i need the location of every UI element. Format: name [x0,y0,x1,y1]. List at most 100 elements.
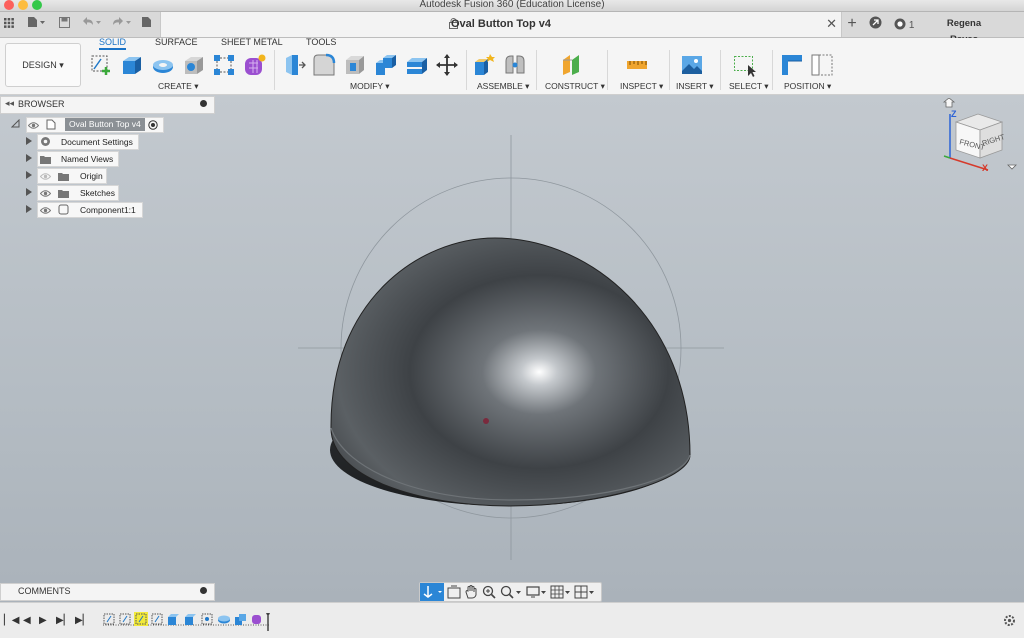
shell-icon[interactable] [343,53,367,77]
timeline-form-icon [252,615,261,624]
look-at-icon[interactable] [447,585,461,602]
timeline-sketch-icon [151,613,163,625]
folder-icon [58,188,69,202]
browser-item-label: Document Settings [61,137,133,147]
app-grid-icon[interactable] [3,16,15,32]
orbit-tool-icon[interactable] [420,583,444,601]
step-back-icon[interactable]: ◀ [23,615,31,626]
browser-options-icon[interactable] [200,100,207,107]
timeline-settings-icon[interactable] [1003,614,1016,630]
viewports-icon[interactable] [574,585,596,602]
grid-settings-icon[interactable] [550,585,572,602]
capture-position-icon[interactable] [780,53,804,77]
browser-item-origin[interactable]: Origin [37,168,107,184]
file-menu-icon[interactable] [26,16,46,32]
insert-image-icon[interactable] [680,53,704,77]
expand-document-settings-icon[interactable] [26,137,32,145]
browser-item-label: Origin [80,171,103,181]
app-title: Autodesk Fusion 360 (Education License) [419,0,605,10]
axis-z-label: Z [951,109,957,119]
go-to-end-icon[interactable]: ▶▏ [75,615,90,626]
press-pull-icon[interactable] [282,53,306,77]
close-tab-icon[interactable]: ✕ [826,16,837,32]
oval-dome-body[interactable] [330,237,691,507]
step-forward-icon[interactable]: ▶▏ [56,615,71,626]
browser-item-named-views[interactable]: Named Views [37,151,119,167]
group-construct[interactable]: CONSTRUCT ▾ [545,81,605,92]
pattern-icon[interactable] [212,53,236,77]
browser-header[interactable]: ◂◂ BROWSER [0,96,215,114]
expand-root-icon[interactable] [10,118,20,131]
help-icon[interactable] [1000,16,1018,32]
group-inspect[interactable]: INSPECT ▾ [620,81,663,92]
select-window-icon[interactable] [733,53,757,77]
comments-add-icon[interactable] [200,587,207,594]
go-to-start-icon[interactable]: ▏◀ [4,615,19,626]
navigation-bar [419,582,602,602]
expand-origin-icon[interactable] [26,171,32,179]
save-icon[interactable] [57,16,71,32]
group-modify[interactable]: MODIFY ▾ [350,81,390,92]
zoom-icon[interactable] [482,585,496,602]
measure-icon[interactable] [625,53,649,77]
timeline-sketch-icon [119,613,131,625]
tab-surface[interactable]: SURFACE [155,37,198,47]
fit-zoom-icon[interactable] [500,585,522,602]
viewcube[interactable]: FRONT RIGHT Z X [938,97,1018,178]
browser-item-document-settings[interactable]: Document Settings [37,134,139,150]
play-icon[interactable]: ▶ [39,615,47,626]
extensions-icon[interactable] [867,16,883,32]
hole-icon[interactable] [182,53,206,77]
tab-tools[interactable]: TOOLS [306,37,336,47]
revolve-icon[interactable] [151,53,175,77]
joint-icon[interactable] [503,53,527,77]
browser-root-label: Oval Button Top v4 [65,118,145,131]
job-status-icon[interactable]: 1 [891,16,917,32]
new-component-icon[interactable] [473,53,497,77]
workspace-switcher[interactable]: DESIGN ▾ [5,43,81,87]
create-form-icon[interactable] [243,53,267,77]
expand-sketches-icon[interactable] [26,188,32,196]
group-insert[interactable]: INSERT ▾ [676,81,714,92]
offset-face-icon[interactable] [405,53,429,77]
extrude-icon[interactable] [120,53,144,77]
eye-icon[interactable] [39,188,52,202]
group-position[interactable]: POSITION ▾ [784,81,831,92]
eye-icon[interactable] [27,120,40,134]
expand-named-views-icon[interactable] [26,154,32,162]
expand-component-icon[interactable] [26,205,32,213]
eye-hidden-icon[interactable] [39,171,52,185]
browser-root-item[interactable]: Oval Button Top v4 [26,117,164,133]
create-sketch-icon[interactable] [90,53,114,77]
new-tab-icon[interactable]: + [844,16,860,32]
pan-hand-icon[interactable] [464,585,478,602]
active-indicator-icon[interactable] [148,120,158,134]
timeline-extrude-icon [168,614,179,625]
collapse-browser-icon[interactable]: ◂◂ [5,98,14,109]
browser-item-label: Component1:1 [80,205,136,215]
group-create[interactable]: CREATE ▾ [158,81,198,92]
display-settings-icon[interactable] [526,585,548,602]
browser-title: BROWSER [18,99,65,109]
tab-solid[interactable]: SOLID [99,37,127,50]
component-icon [58,204,69,219]
comments-panel[interactable]: COMMENTS [0,583,215,601]
move-icon[interactable] [435,53,459,77]
axis-x-label: X [982,163,988,173]
revert-position-icon[interactable] [810,53,834,77]
undo-icon[interactable] [80,16,104,32]
tab-sheet-metal[interactable]: SHEET METAL [221,37,283,47]
group-assemble[interactable]: ASSEMBLE ▾ [477,81,529,92]
timeline-features [101,611,271,631]
document-tab[interactable]: Oval Button Top v4 ✕ [160,12,842,37]
user-name[interactable]: Regena Reyes [934,16,994,45]
combine-icon[interactable] [374,53,398,77]
browser-item-component[interactable]: Component1:1 [37,202,143,218]
offset-plane-icon[interactable] [560,53,584,77]
browser-item-sketches[interactable]: Sketches [37,185,119,201]
redo-icon[interactable] [110,16,134,32]
export-icon[interactable] [139,16,153,32]
group-select[interactable]: SELECT ▾ [729,81,769,92]
fillet-icon[interactable] [312,53,336,77]
eye-icon[interactable] [39,205,52,219]
